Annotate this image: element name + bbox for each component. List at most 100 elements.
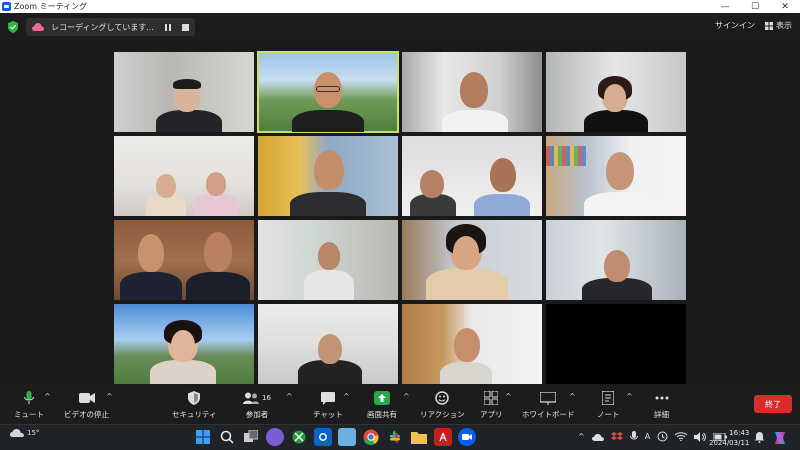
notes-label: ノート	[597, 410, 620, 419]
view-button[interactable]: 表示	[765, 20, 792, 31]
end-meeting-button[interactable]: 終了	[754, 395, 792, 413]
reactions-button[interactable]: リアクション	[420, 390, 465, 420]
clock-time: 16:43	[729, 429, 750, 437]
share-screen-button[interactable]: 画面共有	[367, 390, 397, 420]
participants-button[interactable]: 16 参加者	[243, 390, 271, 420]
video-camera-icon	[78, 393, 95, 403]
participant-video-tile[interactable]	[114, 52, 254, 132]
stop-recording-button[interactable]	[178, 20, 192, 34]
stop-video-button[interactable]: ビデオの停止	[64, 390, 109, 420]
clock-date: 2024/03/11	[709, 439, 750, 447]
participant-video-tile[interactable]	[258, 220, 398, 300]
share-options-caret[interactable]: ^	[403, 392, 410, 401]
security-shield-icon	[188, 391, 201, 405]
maximize-icon[interactable]: ☐	[740, 0, 770, 13]
chrome-icon[interactable]	[362, 428, 380, 446]
reactions-label: リアクション	[420, 410, 465, 419]
notes-icon	[602, 391, 615, 405]
chat-icon[interactable]	[266, 428, 284, 446]
wifi-icon[interactable]	[675, 432, 688, 441]
tray-microphone-icon[interactable]	[629, 431, 638, 442]
grid-view-icon	[765, 21, 773, 30]
security-label: セキュリティ	[172, 410, 217, 419]
onedrive-icon[interactable]	[591, 433, 604, 441]
participant-video-tile[interactable]	[114, 220, 254, 300]
windows-taskbar: 15° ^ A 16:43 2024/03/11	[0, 424, 800, 450]
temperature: 15°	[27, 428, 40, 437]
tray-overflow-icon[interactable]: ^	[578, 432, 585, 441]
photos-icon[interactable]	[338, 428, 356, 446]
shield-icon[interactable]	[8, 21, 18, 33]
apps-label: アプリ	[480, 410, 503, 419]
microphone-icon	[24, 391, 34, 404]
acrobat-icon[interactable]	[434, 428, 452, 446]
pause-recording-button[interactable]	[161, 20, 175, 34]
outlook-icon[interactable]	[314, 428, 332, 446]
participant-video-tile[interactable]	[258, 136, 398, 216]
system-clock[interactable]: 16:43 2024/03/11	[709, 428, 749, 448]
stop-video-label: ビデオの停止	[64, 410, 109, 419]
video-options-caret[interactable]: ^	[106, 392, 113, 401]
participant-video-tile[interactable]	[258, 304, 398, 384]
weather-widget[interactable]: 15°	[10, 428, 39, 437]
chat-button[interactable]: チャット	[313, 390, 343, 420]
security-button[interactable]: セキュリティ	[172, 390, 217, 420]
participant-video-tile[interactable]	[114, 304, 254, 384]
dropbox-icon[interactable]	[610, 431, 623, 442]
zoom-icon[interactable]	[458, 428, 476, 446]
whiteboard-options-caret[interactable]: ^	[569, 392, 576, 401]
more-button[interactable]: 詳細	[654, 390, 669, 420]
pause-icon	[165, 23, 171, 31]
mute-button[interactable]: ミュート	[14, 390, 44, 420]
participants-label: 参加者	[245, 410, 269, 419]
participant-video-tile[interactable]	[402, 136, 542, 216]
more-label: 詳細	[654, 410, 669, 419]
taskbar-pinned-apps	[194, 428, 476, 446]
video-gallery	[114, 51, 686, 384]
whiteboard-button[interactable]: ホワイトボード	[522, 390, 575, 420]
participant-count: 16	[262, 394, 271, 402]
windows-start-icon[interactable]	[194, 428, 212, 446]
ime-indicator[interactable]: A	[645, 432, 650, 441]
participant-video-tile[interactable]	[114, 136, 254, 216]
minimize-icon[interactable]: —	[710, 0, 740, 13]
participants-icon	[243, 392, 259, 404]
slack-icon[interactable]	[386, 428, 404, 446]
participant-video-tile[interactable]	[546, 52, 686, 132]
recording-indicator: レコーディングしています...	[26, 18, 195, 36]
apps-button[interactable]: アプリ	[480, 390, 503, 420]
notes-options-caret[interactable]: ^	[626, 392, 633, 401]
meeting-topbar: レコーディングしています... サインイン 表示	[0, 13, 800, 41]
cloud-sync-icon[interactable]	[657, 431, 668, 442]
xbox-icon[interactable]	[290, 428, 308, 446]
zoom-app-icon	[2, 2, 11, 11]
audio-options-caret[interactable]: ^	[44, 392, 51, 401]
participant-video-tile[interactable]	[546, 220, 686, 300]
whiteboard-label: ホワイトボード	[522, 410, 575, 419]
apps-options-caret[interactable]: ^	[505, 392, 512, 401]
copilot-icon[interactable]	[772, 430, 788, 446]
file-explorer-icon[interactable]	[410, 428, 428, 446]
task-view-icon[interactable]	[242, 428, 260, 446]
participant-video-tile[interactable]	[546, 136, 686, 216]
chat-bubble-icon	[320, 391, 335, 405]
more-dots-icon	[655, 396, 668, 400]
mute-label: ミュート	[14, 410, 44, 419]
recording-status-text: レコーディングしています...	[51, 22, 154, 32]
sign-in-button[interactable]: サインイン	[715, 20, 755, 31]
participant-video-tile[interactable]	[402, 52, 542, 132]
notification-bell-icon[interactable]	[755, 432, 764, 443]
chat-label: チャット	[313, 410, 343, 419]
cloudy-weather-icon	[10, 429, 24, 437]
participant-video-tile-active-speaker[interactable]	[257, 51, 399, 133]
speaker-icon[interactable]	[694, 431, 707, 442]
participant-video-tile-off[interactable]	[546, 304, 686, 384]
cloud-recording-icon	[32, 23, 44, 31]
search-icon[interactable]	[218, 428, 236, 446]
close-icon[interactable]: ✕	[770, 0, 800, 13]
chat-options-caret[interactable]: ^	[343, 392, 350, 401]
notes-button[interactable]: ノート	[597, 390, 620, 420]
participant-video-tile[interactable]	[402, 304, 542, 384]
participants-options-caret[interactable]: ^	[286, 392, 293, 401]
participant-video-tile[interactable]	[402, 220, 542, 300]
